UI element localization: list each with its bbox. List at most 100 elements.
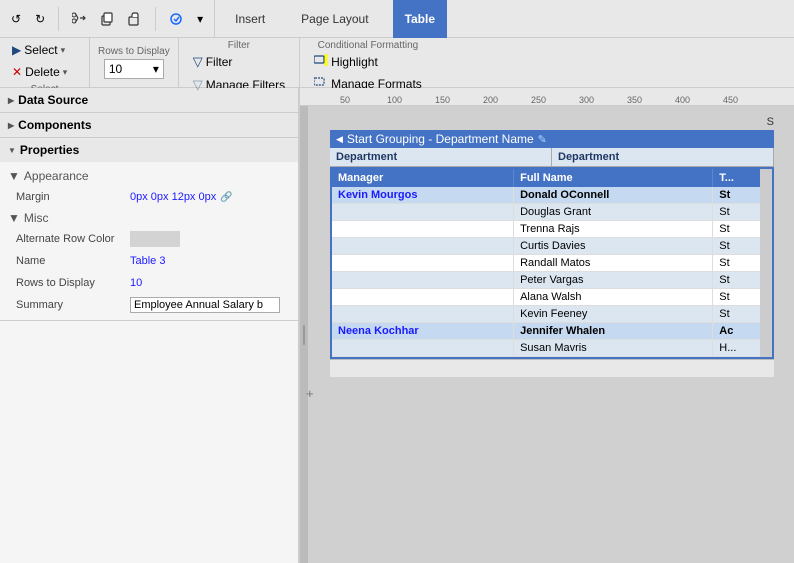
special-button[interactable] xyxy=(164,9,188,29)
undo-button[interactable]: ↺ xyxy=(6,9,26,29)
page-content: S ◀ Start Grouping - Department Name ✎ D… xyxy=(330,116,774,377)
components-expand-icon: ▶ xyxy=(8,121,14,130)
highlight-button[interactable]: Highlight xyxy=(308,51,428,72)
select-arrow-icon: ▶ xyxy=(12,43,21,57)
properties-header[interactable]: ▼ Properties xyxy=(0,138,298,162)
filter-icon: ▽ xyxy=(193,54,203,70)
empty-manager-4 xyxy=(332,255,514,272)
appearance-section[interactable]: ▼ Appearance xyxy=(8,166,290,186)
panel-resize-handle[interactable] xyxy=(300,106,308,563)
col-fullname-header: Full Name xyxy=(514,169,713,187)
toolbar-separator-1 xyxy=(58,7,59,31)
ruler: 50 100 150 200 250 300 350 400 450 xyxy=(300,88,794,106)
ruler-mark-100: 100 xyxy=(387,95,402,105)
data-source-header[interactable]: ▶ Data Source xyxy=(0,88,298,112)
add-row-icon[interactable]: + xyxy=(306,386,314,401)
right-canvas: 50 100 150 200 250 300 350 400 450 S ◀ xyxy=(300,88,794,563)
group1-manager-row: Kevin Mourgos Donald OConnell St xyxy=(332,187,772,204)
toolbar2: ▶ Select ▾ ✕ Delete ▾ Select Rows to Dis… xyxy=(0,38,794,88)
misc-section[interactable]: ▼ Misc xyxy=(8,208,290,228)
filter-button[interactable]: ▽ Filter xyxy=(187,51,291,73)
data-table-container: Manager Full Name T... Kevin Mourgos Don… xyxy=(330,167,774,359)
rows-dropdown-icon: ▾ xyxy=(153,62,159,76)
delete-dropdown-icon: ▾ xyxy=(63,67,68,78)
table-row: Peter Vargas St xyxy=(332,272,772,289)
table-scrollbar[interactable] xyxy=(760,169,772,357)
filter-label: Filter xyxy=(187,40,291,51)
dept-col2: Department xyxy=(552,148,774,166)
select-group: ▶ Select ▾ ✕ Delete ▾ Select xyxy=(0,38,90,87)
table-row: Kevin Feeney St xyxy=(332,306,772,323)
data-table: Manager Full Name T... Kevin Mourgos Don… xyxy=(332,169,772,357)
rows-to-display-label: Rows to Display xyxy=(16,277,126,289)
group1-fullname-1: Douglas Grant xyxy=(514,204,713,221)
dept-col1: Department xyxy=(330,148,552,166)
name-row: Name Table 3 xyxy=(8,250,290,272)
main-area: ▶ Data Source ▶ Components ▼ Properties … xyxy=(0,88,794,563)
appearance-collapse-icon: ▼ xyxy=(8,169,20,183)
rows-label: Rows to Display xyxy=(98,46,170,57)
grouping-edit-icon[interactable]: ✎ xyxy=(538,133,547,146)
margin-label: Margin xyxy=(16,191,126,203)
insert-tab[interactable]: Insert xyxy=(223,0,277,38)
conditional-formatting-group: Conditional Formatting Highlight Manage … xyxy=(300,38,436,87)
properties-section: ▼ Properties ▼ Appearance Margin 0px 0px… xyxy=(0,138,298,321)
grouping-header[interactable]: ◀ Start Grouping - Department Name ✎ xyxy=(330,130,774,148)
delete-button[interactable]: ✕ Delete ▾ xyxy=(6,62,73,82)
group1-fullname-5: Peter Vargas xyxy=(514,272,713,289)
toolbar-right-tabs: Insert Page Layout Table xyxy=(215,0,794,37)
name-label: Name xyxy=(16,255,126,267)
delete-group-btns: ✕ Delete ▾ xyxy=(6,62,83,82)
properties-expand-icon: ▼ xyxy=(8,146,16,155)
group1-fullname-3: Curtis Davies xyxy=(514,238,713,255)
group1-fullname-0: Donald OConnell xyxy=(514,187,713,204)
table-footer xyxy=(330,359,774,377)
ruler-mark-50: 50 xyxy=(340,95,350,105)
ruler-mark-200: 200 xyxy=(483,95,498,105)
select-button[interactable]: ▶ Select ▾ xyxy=(6,40,71,60)
page-layout-tab[interactable]: Page Layout xyxy=(289,0,380,38)
summary-input[interactable] xyxy=(130,297,280,313)
data-source-section: ▶ Data Source xyxy=(0,88,298,113)
components-section: ▶ Components xyxy=(0,113,298,138)
group2-manager-row: Neena Kochhar Jennifer Whalen Ac xyxy=(332,323,772,340)
table-row: Alana Walsh St xyxy=(332,289,772,306)
ruler-mark-250: 250 xyxy=(531,95,546,105)
manage-filters-icon: ▽ xyxy=(193,77,203,93)
resize-handle-bar xyxy=(303,325,305,345)
ruler-mark-350: 350 xyxy=(627,95,642,105)
manager-cell-2: Neena Kochhar xyxy=(332,323,514,340)
rows-select[interactable]: 10 ▾ xyxy=(104,59,164,79)
dropdown-button[interactable]: ▾ xyxy=(192,9,208,29)
empty-manager-6 xyxy=(332,289,514,306)
misc-collapse-icon: ▼ xyxy=(8,211,20,225)
dept-header-row: Department Department xyxy=(330,148,774,167)
components-header[interactable]: ▶ Components xyxy=(0,113,298,137)
col-manager-header: Manager xyxy=(332,169,514,187)
ruler-mark-450: 450 xyxy=(723,95,738,105)
empty-manager-2 xyxy=(332,221,514,238)
ruler-mark-400: 400 xyxy=(675,95,690,105)
toolbar-left-actions: ↺ ↻ ▾ xyxy=(0,0,215,37)
group1-fullname-4: Randall Matos xyxy=(514,255,713,272)
group2-fullname-0: Jennifer Whalen xyxy=(514,323,713,340)
margin-link-icon: 🔗 xyxy=(220,192,232,203)
name-value: Table 3 xyxy=(130,255,165,267)
rows-to-display-row: Rows to Display 10 xyxy=(8,272,290,294)
table-row: Trenna Rajs St xyxy=(332,221,772,238)
cond-label: Conditional Formatting xyxy=(308,40,428,51)
highlight-icon xyxy=(314,54,328,69)
redo-button[interactable]: ↻ xyxy=(30,9,50,29)
ruler-mark-150: 150 xyxy=(435,95,450,105)
properties-content: ▼ Appearance Margin 0px 0px 12px 0px 🔗 ▼… xyxy=(0,162,298,320)
copy-button[interactable] xyxy=(95,9,119,29)
table-tab[interactable]: Table xyxy=(393,0,447,38)
cut-button[interactable] xyxy=(67,9,91,29)
table-row: Douglas Grant St xyxy=(332,204,772,221)
table-header-row: Manager Full Name T... xyxy=(332,169,772,187)
paste-button[interactable] xyxy=(123,9,147,29)
alt-row-color-swatch[interactable] xyxy=(130,231,180,247)
select-dropdown-icon: ▾ xyxy=(61,45,66,56)
group1-fullname-7: Kevin Feeney xyxy=(514,306,713,323)
empty-manager-1 xyxy=(332,204,514,221)
